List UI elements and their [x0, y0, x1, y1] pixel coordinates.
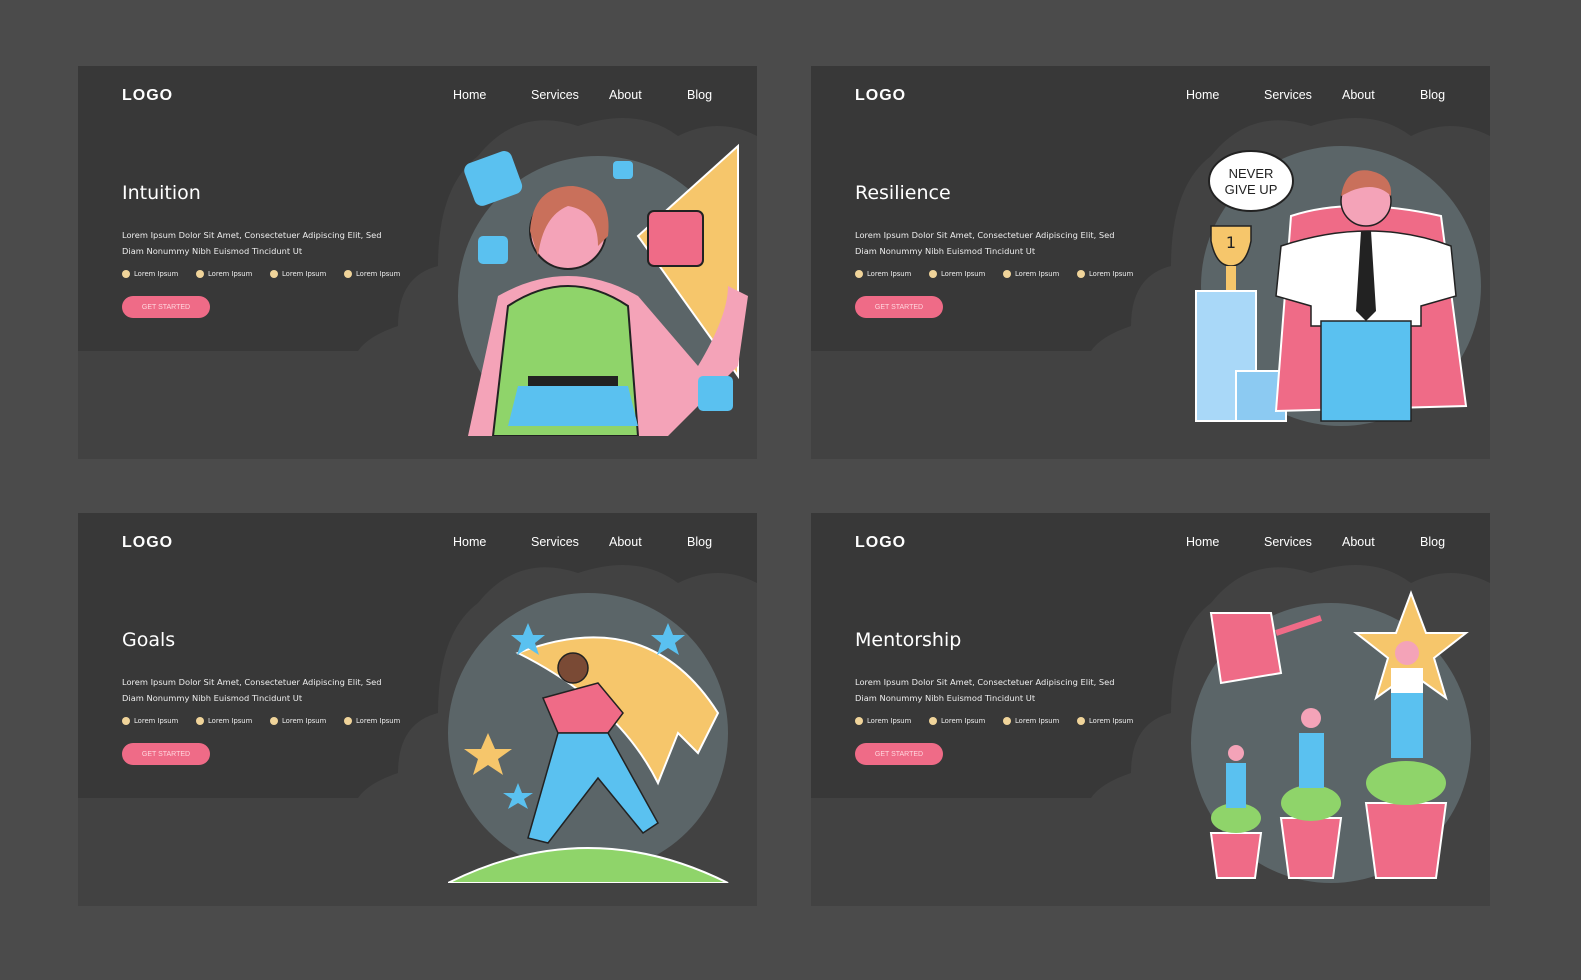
nav-link[interactable]: Blog [687, 88, 712, 102]
svg-text:GIVE UP: GIVE UP [1225, 182, 1278, 197]
bullet-icon [122, 270, 130, 278]
bullet-icon [1077, 717, 1085, 725]
nav-link[interactable]: Blog [1420, 535, 1445, 549]
feature-list: Lorem Ipsum Lorem Ipsum Lorem Ipsum Lorem I… [855, 717, 1151, 725]
illustration: NEVER GIVE UP 1 [1195, 146, 1481, 426]
nav-link[interactable]: Home [1186, 535, 1219, 549]
bullet-icon [929, 270, 937, 278]
get-started-button[interactable]: GET STARTED [855, 743, 943, 765]
landing-panel: LOGO Home Services About Blog Mentorship Lo… [811, 513, 1490, 906]
feature-label: Lorem Ipsum [867, 270, 912, 278]
svg-text:1: 1 [1226, 233, 1236, 252]
logo[interactable]: LOGO [855, 534, 906, 552]
bullet-icon [196, 270, 204, 278]
feature-label: Lorem Ipsum [356, 717, 401, 725]
landing-panel: LOGO Home Services About Blog Intuition Lor… [78, 66, 757, 459]
bullet-icon [1003, 717, 1011, 725]
feature-label: Lorem Ipsum [134, 717, 179, 725]
feature-label: Lorem Ipsum [1015, 717, 1060, 725]
illustration [458, 143, 748, 436]
get-started-button[interactable]: GET STARTED [855, 296, 943, 318]
get-started-button[interactable]: GET STARTED [122, 743, 210, 765]
landing-panel: LOGO Home Services About Blog Resilience Lo… [811, 66, 1490, 459]
get-started-button[interactable]: GET STARTED [122, 296, 210, 318]
feature-label: Lorem Ipsum [282, 717, 327, 725]
nav-link[interactable]: Home [453, 535, 486, 549]
feature-item: Lorem Ipsum [122, 717, 196, 725]
bullet-icon [1003, 270, 1011, 278]
page-title: Resilience [855, 182, 951, 204]
feature-label: Lorem Ipsum [208, 270, 253, 278]
bullet-icon [196, 717, 204, 725]
description: Lorem Ipsum Dolor Sit Amet, Consectetuer… [855, 230, 1115, 256]
description: Lorem Ipsum Dolor Sit Amet, Consectetuer… [855, 677, 1115, 703]
feature-item: Lorem Ipsum [1003, 717, 1077, 725]
feature-item: Lorem Ipsum [196, 717, 270, 725]
description: Lorem Ipsum Dolor Sit Amet, Consectetuer… [122, 677, 382, 703]
bullet-icon [855, 717, 863, 725]
svg-text:NEVER: NEVER [1229, 166, 1274, 181]
feature-item: Lorem Ipsum [1003, 270, 1077, 278]
bullet-icon [929, 717, 937, 725]
nav-link[interactable]: Home [453, 88, 486, 102]
feature-label: Lorem Ipsum [1089, 717, 1134, 725]
nav-link[interactable]: About [1342, 535, 1375, 549]
nav-link[interactable]: Services [531, 88, 579, 102]
feature-label: Lorem Ipsum [134, 270, 179, 278]
feature-item: Lorem Ipsum [929, 717, 1003, 725]
nav-link[interactable]: Home [1186, 88, 1219, 102]
feature-item: Lorem Ipsum [270, 717, 344, 725]
nav-link[interactable]: Blog [1420, 88, 1445, 102]
feature-label: Lorem Ipsum [282, 270, 327, 278]
feature-label: Lorem Ipsum [867, 717, 912, 725]
feature-label: Lorem Ipsum [208, 717, 253, 725]
feature-label: Lorem Ipsum [941, 717, 986, 725]
feature-item: Lorem Ipsum [344, 270, 418, 278]
feature-item: Lorem Ipsum [196, 270, 270, 278]
feature-list: Lorem Ipsum Lorem Ipsum Lorem Ipsum Lorem I… [855, 270, 1151, 278]
bullet-icon [270, 717, 278, 725]
feature-item: Lorem Ipsum [270, 270, 344, 278]
feature-list: Lorem Ipsum Lorem Ipsum Lorem Ipsum Lorem I… [122, 717, 418, 725]
logo[interactable]: LOGO [122, 534, 173, 552]
landing-panel: LOGO Home Services About Blog Goals Lorem I… [78, 513, 757, 906]
bullet-icon [270, 270, 278, 278]
page-title: Mentorship [855, 629, 962, 651]
bullet-icon [344, 717, 352, 725]
nav-link[interactable]: About [609, 535, 642, 549]
nav-link[interactable]: Services [1264, 535, 1312, 549]
feature-item: Lorem Ipsum [1077, 717, 1151, 725]
feature-label: Lorem Ipsum [356, 270, 401, 278]
description: Lorem Ipsum Dolor Sit Amet, Consectetuer… [122, 230, 382, 256]
feature-item: Lorem Ipsum [929, 270, 1003, 278]
bullet-icon [122, 717, 130, 725]
logo[interactable]: LOGO [855, 87, 906, 105]
nav-link[interactable]: Blog [687, 535, 712, 549]
nav-link[interactable]: Services [1264, 88, 1312, 102]
logo[interactable]: LOGO [122, 87, 173, 105]
feature-list: Lorem Ipsum Lorem Ipsum Lorem Ipsum Lorem I… [122, 270, 418, 278]
nav-link[interactable]: Services [531, 535, 579, 549]
illustration [448, 593, 729, 883]
feature-item: Lorem Ipsum [855, 270, 929, 278]
feature-item: Lorem Ipsum [1077, 270, 1151, 278]
feature-item: Lorem Ipsum [122, 270, 196, 278]
nav-link[interactable]: About [609, 88, 642, 102]
nav-link[interactable]: About [1342, 88, 1375, 102]
illustration [1191, 590, 1471, 883]
feature-item: Lorem Ipsum [855, 717, 929, 725]
bullet-icon [344, 270, 352, 278]
feature-label: Lorem Ipsum [1089, 270, 1134, 278]
feature-label: Lorem Ipsum [1015, 270, 1060, 278]
page-title: Intuition [122, 182, 201, 204]
feature-item: Lorem Ipsum [344, 717, 418, 725]
feature-label: Lorem Ipsum [941, 270, 986, 278]
page-title: Goals [122, 629, 176, 651]
bullet-icon [855, 270, 863, 278]
bullet-icon [1077, 270, 1085, 278]
